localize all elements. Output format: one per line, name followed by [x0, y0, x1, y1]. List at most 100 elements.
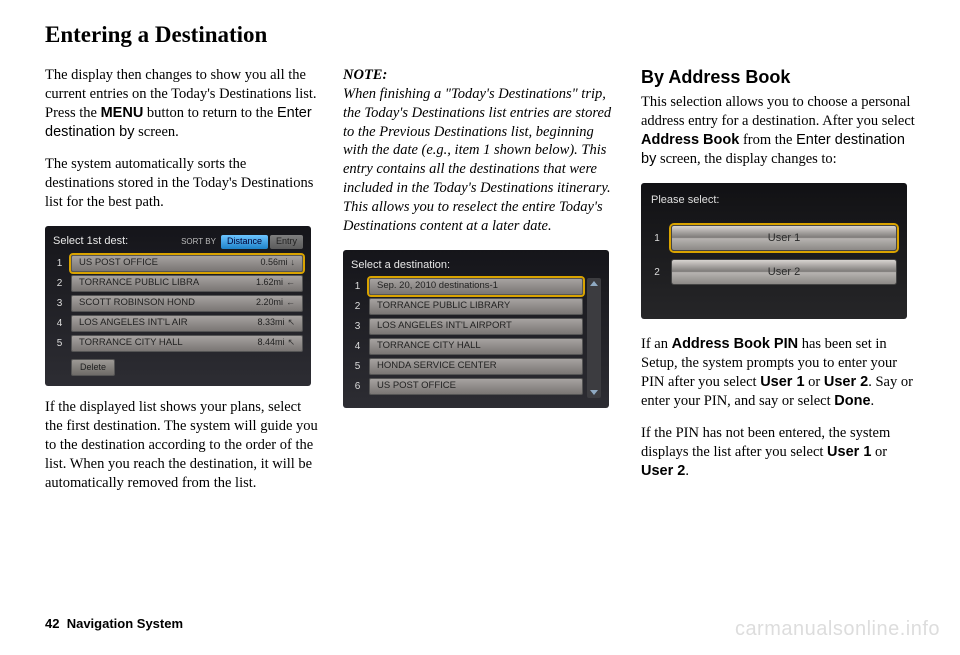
text: from the	[739, 132, 796, 148]
list-row: 2 User 2	[651, 259, 897, 285]
list-item[interactable]: TORRANCE PUBLIC LIBRARY	[369, 298, 583, 315]
user1-label: User 1	[827, 444, 871, 460]
page-number: 42	[45, 616, 59, 631]
item-label: HONDA SERVICE CENTER	[377, 360, 497, 372]
note-body: When finishing a "Today's Destinations" …	[343, 86, 611, 234]
tab-distance[interactable]: Distance	[221, 235, 268, 249]
section-heading-address-book: By Address Book	[641, 66, 915, 89]
content-columns: The display then changes to show you all…	[45, 66, 915, 507]
note-block: NOTE: When finishing a "Today's Destinat…	[343, 66, 617, 236]
text: button to return to the	[143, 105, 277, 121]
direction-arrow-icon: ↖	[287, 317, 295, 327]
list-row: 2 TORRANCE PUBLIC LIBRARY	[351, 298, 583, 315]
item-label: TORRANCE CITY HALL	[377, 340, 481, 352]
row-num: 5	[53, 337, 66, 350]
list-row: 5 TORRANCE CITY HALL 8.44mi↖	[53, 335, 303, 352]
list-item[interactable]: SCOTT ROBINSON HOND 2.20mi←	[71, 295, 303, 312]
note-label: NOTE:	[343, 67, 387, 83]
screen3-title: Please select:	[651, 193, 897, 207]
list-row: 3 LOS ANGELES INT'L AIRPORT	[351, 318, 583, 335]
col3-para3: If the PIN has not been entered, the sys…	[641, 424, 915, 481]
row-num: 1	[351, 280, 364, 293]
screen1-header: Select 1st dest: SORT BY DistanceEntry	[53, 234, 303, 249]
item-label: SCOTT ROBINSON HOND	[79, 297, 195, 309]
item-label: TORRANCE CITY HALL	[79, 337, 183, 349]
scroll-up-icon[interactable]	[590, 281, 598, 286]
text: or	[871, 444, 887, 460]
list-row: 3 SCOTT ROBINSON HOND 2.20mi←	[53, 295, 303, 312]
tab-entry[interactable]: Entry	[270, 235, 303, 249]
user2-label: User 2	[824, 374, 868, 390]
list-row: 2 TORRANCE PUBLIC LIBRA 1.62mi←	[53, 275, 303, 292]
list-row: 1 US POST OFFICE 0.56mi ↓	[53, 255, 303, 272]
list-row: 6 US POST OFFICE	[351, 378, 583, 395]
list-item[interactable]: TORRANCE CITY HALL 8.44mi↖	[71, 335, 303, 352]
list-item[interactable]: LOS ANGELES INT'L AIRPORT	[369, 318, 583, 335]
user1-label: User 1	[760, 374, 804, 390]
address-book-pin-label: Address Book PIN	[672, 336, 799, 352]
col3-para2: If an Address Book PIN has been set in S…	[641, 335, 915, 410]
row-num: 2	[651, 266, 663, 279]
row-num: 5	[351, 360, 364, 373]
list-row: 4 TORRANCE CITY HALL	[351, 338, 583, 355]
item-distance: 0.56mi	[260, 257, 287, 267]
direction-arrow-icon: ↖	[287, 337, 295, 347]
list-row: 5 HONDA SERVICE CENTER	[351, 358, 583, 375]
row-num: 3	[53, 297, 66, 310]
screenshot-please-select: Please select: 1 User 1 2 User 2	[641, 183, 907, 319]
list-item[interactable]: TORRANCE PUBLIC LIBRA 1.62mi←	[71, 275, 303, 292]
screen2-header: Select a destination:	[351, 258, 601, 272]
item-distance: 8.44mi	[257, 337, 284, 347]
item-label: LOS ANGELES INT'L AIRPORT	[377, 320, 512, 332]
page-footer: 42 Navigation System	[45, 616, 183, 631]
row-num: 6	[351, 380, 364, 393]
direction-arrow-icon: ↓	[291, 257, 296, 267]
list-row: 1 Sep. 20, 2010 destinations-1	[351, 278, 583, 295]
list-item[interactable]: Sep. 20, 2010 destinations-1	[369, 278, 583, 295]
column-2: NOTE: When finishing a "Today's Destinat…	[343, 66, 617, 507]
user-button[interactable]: User 2	[671, 259, 897, 285]
row-num: 1	[53, 257, 66, 270]
col1-para1: The display then changes to show you all…	[45, 66, 319, 141]
item-distance: 1.62mi	[256, 277, 283, 287]
col1-para2: The system automatically sorts the desti…	[45, 155, 319, 212]
screenshot-select-1st-dest: Select 1st dest: SORT BY DistanceEntry 1…	[45, 226, 311, 386]
screen1-title: Select 1st dest:	[53, 234, 128, 248]
item-distance: 2.20mi	[256, 297, 283, 307]
scroll-down-icon[interactable]	[590, 390, 598, 395]
user-button[interactable]: User 1	[671, 225, 897, 251]
item-distance: 8.33mi	[257, 317, 284, 327]
list-item[interactable]: LOS ANGELES INT'L AIR 8.33mi↖	[71, 315, 303, 332]
screen1-sort: SORT BY DistanceEntry	[181, 234, 303, 249]
text: screen.	[134, 124, 178, 140]
column-1: The display then changes to show you all…	[45, 66, 319, 507]
direction-arrow-icon: ←	[286, 277, 295, 287]
user2-label: User 2	[641, 463, 685, 479]
item-label: TORRANCE PUBLIC LIBRARY	[377, 300, 510, 312]
list-item[interactable]: HONDA SERVICE CENTER	[369, 358, 583, 375]
list-row: 4 LOS ANGELES INT'L AIR 8.33mi↖	[53, 315, 303, 332]
footer-section: Navigation System	[67, 616, 183, 631]
sort-by-label: SORT BY	[181, 237, 216, 246]
list-item[interactable]: US POST OFFICE	[369, 378, 583, 395]
col1-para3: If the displayed list shows your plans, …	[45, 398, 319, 492]
row-num: 3	[351, 320, 364, 333]
item-label: US POST OFFICE	[79, 257, 158, 269]
address-book-label: Address Book	[641, 132, 739, 148]
row-num: 2	[53, 277, 66, 290]
row-num: 1	[651, 232, 663, 245]
text: screen, the display changes to:	[656, 151, 836, 167]
list-item[interactable]: US POST OFFICE 0.56mi ↓	[71, 255, 303, 272]
page-title: Entering a Destination	[45, 22, 915, 48]
scrollbar[interactable]	[587, 278, 601, 398]
list-item[interactable]: TORRANCE CITY HALL	[369, 338, 583, 355]
text: .	[685, 463, 689, 479]
screen2-title: Select a destination:	[351, 258, 450, 272]
row-num: 4	[351, 340, 364, 353]
menu-label: MENU	[101, 105, 144, 121]
delete-button[interactable]: Delete	[71, 359, 115, 377]
row-num: 2	[351, 300, 364, 313]
text: or	[805, 374, 824, 390]
column-3: By Address Book This selection allows yo…	[641, 66, 915, 507]
item-label: Sep. 20, 2010 destinations-1	[377, 280, 498, 292]
